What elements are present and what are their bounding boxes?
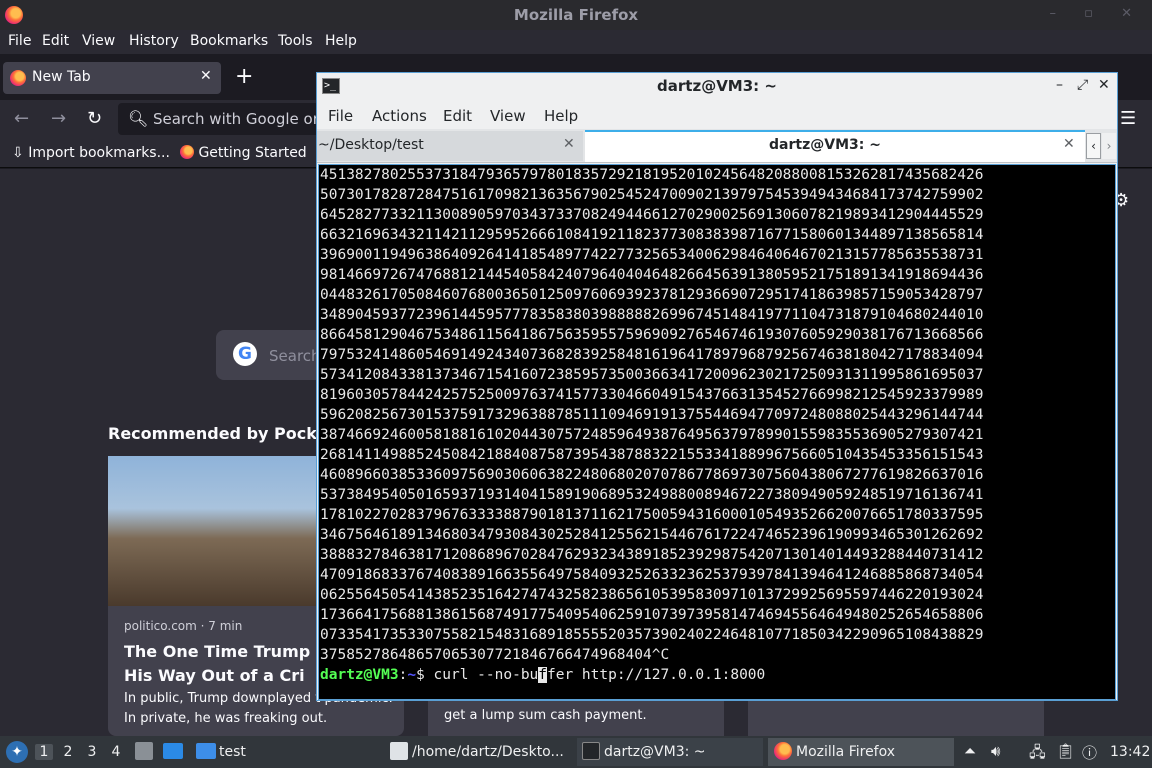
prompt-path: ~ xyxy=(407,667,417,683)
terminal-output: 4513827802553731847936579780183572921819… xyxy=(320,167,984,663)
hamburger-menu-icon[interactable]: ☰ xyxy=(1120,108,1136,129)
terminal-icon xyxy=(582,742,600,760)
menu-bookmarks[interactable]: Bookmarks xyxy=(190,33,268,49)
firefox-menubar: File Edit View History Bookmarks Tools H… xyxy=(0,30,1152,54)
url-input[interactable]: Search with Google or e xyxy=(153,110,333,128)
bookmark-getting-started[interactable]: Getting Started xyxy=(180,145,307,161)
workspace-1[interactable]: 1 xyxy=(35,744,53,760)
workspace-4[interactable]: 4 xyxy=(107,744,125,760)
start-menu-icon[interactable]: ✦ xyxy=(6,741,28,763)
google-logo-icon: G xyxy=(233,342,257,366)
bookmark-import[interactable]: ⇩ Import bookmarks... xyxy=(12,145,170,161)
maximize-icon[interactable]: ⤢ xyxy=(1077,77,1088,93)
menu-file[interactable]: File xyxy=(8,33,31,49)
firefox-icon xyxy=(774,742,792,760)
terminal-menu-file[interactable]: File xyxy=(328,107,353,125)
task-label: Mozilla Firefox xyxy=(796,744,896,760)
terminal-window-title: dartz@VM3: ~ xyxy=(657,77,777,95)
forward-arrow-icon[interactable]: → xyxy=(51,108,66,129)
prompt-dollar: $ xyxy=(416,667,434,683)
clock[interactable]: 13:42 xyxy=(1110,744,1150,760)
task-label: /home/dartz/Deskto... xyxy=(412,744,564,760)
menu-edit[interactable]: Edit xyxy=(42,33,69,49)
text-cursor: f xyxy=(538,667,548,683)
tab-label: New Tab xyxy=(32,69,91,85)
tab-scroll-right-icon[interactable]: › xyxy=(1102,133,1116,159)
tab-close-icon[interactable]: ✕ xyxy=(563,136,575,152)
menu-help[interactable]: Help xyxy=(325,33,357,49)
terminal-menu-help[interactable]: Help xyxy=(544,107,578,125)
pocket-heading: Recommended by Pocket xyxy=(108,424,335,443)
folder-label[interactable]: test xyxy=(219,744,246,760)
firefox-window-title: Mozilla Firefox xyxy=(513,6,639,24)
workspace-3[interactable]: 3 xyxy=(83,744,101,760)
close-icon[interactable]: ✕ xyxy=(1098,77,1110,93)
prompt-user: dartz@VM3 xyxy=(320,667,399,683)
search-icon: 🔍︎ xyxy=(128,109,149,128)
show-desktop-icon[interactable] xyxy=(163,743,183,759)
minimize-icon[interactable]: – xyxy=(1056,77,1063,93)
menu-history[interactable]: History xyxy=(129,33,179,49)
reload-icon[interactable]: ↻ xyxy=(87,108,102,129)
menu-tools[interactable]: Tools xyxy=(278,33,313,49)
terminal-menu-actions[interactable]: Actions xyxy=(372,107,427,125)
tab-close-icon[interactable]: ✕ xyxy=(1063,136,1075,152)
back-arrow-icon[interactable]: ← xyxy=(14,108,29,129)
notifications-icon[interactable]: ⓘ xyxy=(1082,742,1097,763)
terminal-menubar xyxy=(317,101,1117,129)
terminal-tab-label: ~/Desktop/test xyxy=(318,137,424,153)
firefox-window-controls[interactable]: – ▫ ✕ xyxy=(1050,6,1144,21)
prompt-separator: : xyxy=(398,667,408,683)
bookmark-import-label: Import bookmarks... xyxy=(28,145,170,161)
pocket-card-excerpt: get a lump sum cash payment. xyxy=(444,708,647,723)
terminal-menu-view[interactable]: View xyxy=(490,107,526,125)
firefox-small-icon xyxy=(180,145,194,159)
network-icon[interactable]: 🖧 xyxy=(1029,742,1046,767)
tab-close-icon[interactable]: ✕ xyxy=(200,68,212,84)
clipboard-icon[interactable]: 📋︎ xyxy=(1056,742,1075,760)
new-tab-plus-icon[interactable]: + xyxy=(235,64,253,89)
file-manager-icon[interactable] xyxy=(135,742,153,760)
pocket-card-source: politico.com · 7 min xyxy=(124,619,243,633)
terminal-tab-label: dartz@VM3: ~ xyxy=(769,137,881,153)
newtab-search-input[interactable]: Search xyxy=(269,347,321,365)
tab-scroll-left-icon[interactable]: ‹ xyxy=(1086,133,1101,159)
command-text-rest: fer http://127.0.0.1:8000 xyxy=(547,667,766,683)
task-label: dartz@VM3: ~ xyxy=(604,744,706,760)
workspace-2[interactable]: 2 xyxy=(59,744,77,760)
menu-view[interactable]: View xyxy=(82,33,115,49)
bookmark-getting-started-label: Getting Started xyxy=(198,145,307,161)
folder-icon[interactable] xyxy=(196,743,216,759)
terminal-menu-edit[interactable]: Edit xyxy=(443,107,472,125)
terminal-prompt-line[interactable]: dartz@VM3:~$ curl --no-buffer http://127… xyxy=(320,665,765,685)
tray-up-arrow-icon[interactable]: ⏶ xyxy=(964,742,976,760)
command-text: curl --no-bu xyxy=(433,667,539,683)
text-editor-icon xyxy=(390,742,408,760)
volume-icon[interactable]: 🔊︎ xyxy=(991,742,1000,760)
import-icon: ⇩ xyxy=(12,145,24,161)
firefox-tab-icon xyxy=(10,70,26,86)
